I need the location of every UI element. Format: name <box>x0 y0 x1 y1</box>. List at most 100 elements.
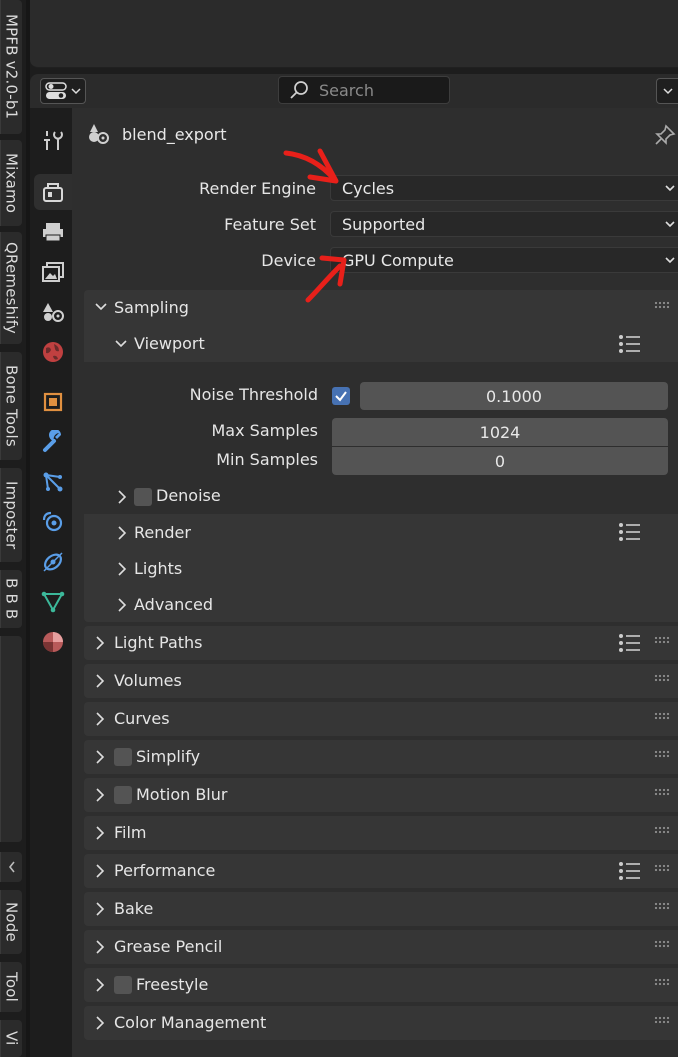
chevron-down-icon <box>662 88 673 95</box>
drag-handle-icon[interactable] <box>654 864 670 872</box>
device-dropdown[interactable]: GPU Compute <box>330 247 678 273</box>
denoise-subpanel-header[interactable]: Denoise <box>84 480 678 514</box>
tab-data[interactable] <box>34 584 72 620</box>
tab-view-layer[interactable] <box>34 254 72 290</box>
tab-bbb-label: B B B <box>2 578 21 620</box>
tab-constraints[interactable] <box>34 544 72 580</box>
tab-bone-tools[interactable]: Bone Tools <box>0 352 22 460</box>
drag-handle-icon[interactable] <box>654 788 670 796</box>
viewport-subpanel: Viewport Noise Threshold 0.1000 Max Samp… <box>84 326 678 514</box>
grease-pencil-panel[interactable]: Grease Pencil <box>84 930 678 964</box>
render-subpanel-header[interactable]: Render <box>84 516 678 550</box>
tab-imposter[interactable]: Imposter <box>0 468 22 562</box>
tab-scene[interactable] <box>34 294 72 330</box>
drag-handle-icon[interactable] <box>654 902 670 910</box>
tab-tool-label: Tool <box>2 972 21 1002</box>
sampling-title: Sampling <box>114 298 189 317</box>
tab-physics[interactable] <box>34 504 72 540</box>
noise-threshold-field[interactable]: 0.1000 <box>360 382 668 410</box>
performance-panel[interactable]: Performance <box>84 854 678 888</box>
viewport-title: Viewport <box>134 334 205 353</box>
feature-set-dropdown[interactable]: Supported <box>330 211 678 237</box>
render-engine-label: Render Engine <box>199 179 316 198</box>
tab-tool-settings[interactable] <box>34 122 72 158</box>
light-paths-panel[interactable]: Light Paths <box>84 626 678 660</box>
device-row: Device GPU Compute <box>72 247 678 273</box>
tab-material[interactable] <box>34 624 72 660</box>
curves-title: Curves <box>114 709 170 728</box>
bake-panel[interactable]: Bake <box>84 892 678 926</box>
chevron-right-icon <box>96 902 105 916</box>
simplify-checkbox[interactable] <box>114 748 132 766</box>
editor-type-button[interactable] <box>40 78 86 104</box>
tab-mpfb[interactable]: MPFB v2.0-b1 <box>0 0 22 134</box>
sampling-panel-header[interactable]: Sampling <box>84 290 678 326</box>
tab-mpfb-label: MPFB v2.0-b1 <box>2 14 21 120</box>
motion-blur-checkbox[interactable] <box>114 786 132 804</box>
render-engine-dropdown[interactable]: Cycles <box>330 175 678 201</box>
drag-handle-icon[interactable] <box>654 940 670 948</box>
min-samples-value: 0 <box>494 451 506 471</box>
color-management-panel[interactable]: Color Management <box>84 1006 678 1040</box>
presets-list-icon[interactable] <box>618 334 642 354</box>
drag-handle-icon[interactable] <box>654 978 670 986</box>
drag-handle-icon[interactable] <box>654 301 670 309</box>
presets-list-icon[interactable] <box>618 522 642 542</box>
freestyle-checkbox[interactable] <box>114 976 132 994</box>
tab-collapse[interactable] <box>0 852 22 882</box>
tab-world[interactable] <box>34 334 72 370</box>
advanced-subpanel-header[interactable]: Advanced <box>84 588 678 622</box>
feature-set-value: Supported <box>342 214 426 234</box>
volumes-panel[interactable]: Volumes <box>84 664 678 698</box>
tab-modifiers[interactable] <box>34 424 72 460</box>
viewport-subpanel-header[interactable]: Viewport <box>84 326 678 362</box>
drag-handle-icon[interactable] <box>654 712 670 720</box>
denoise-checkbox[interactable] <box>134 488 152 506</box>
search-input[interactable]: Search <box>278 76 450 104</box>
tab-qremeshify[interactable]: QRemeshify <box>0 232 22 344</box>
freestyle-title: Freestyle <box>136 975 209 994</box>
chevron-left-icon <box>8 861 15 873</box>
tab-node[interactable]: Node <box>0 890 22 954</box>
properties-tab-bar <box>30 108 72 1057</box>
min-samples-field[interactable]: 0 <box>332 447 668 475</box>
film-panel[interactable]: Film <box>84 816 678 850</box>
pin-button[interactable] <box>654 124 676 150</box>
simplify-panel[interactable]: Simplify <box>84 740 678 774</box>
tab-particles[interactable] <box>34 464 72 500</box>
chevron-down-icon <box>665 185 675 192</box>
search-icon <box>290 81 308 99</box>
particles-icon <box>43 472 63 492</box>
drag-handle-icon[interactable] <box>654 674 670 682</box>
freestyle-panel[interactable]: Freestyle <box>84 968 678 1002</box>
presets-list-icon[interactable] <box>618 633 642 653</box>
tab-render[interactable] <box>34 174 72 210</box>
chevron-right-icon <box>96 978 105 992</box>
material-icon <box>43 632 63 652</box>
chevron-right-icon <box>118 490 127 504</box>
tab-tool[interactable]: Tool <box>0 962 22 1012</box>
lights-subpanel-header[interactable]: Lights <box>84 552 678 586</box>
tab-mixamo[interactable]: Mixamo <box>0 140 22 226</box>
chevron-down-icon <box>665 257 675 264</box>
drag-handle-icon[interactable] <box>654 636 670 644</box>
tab-bone-tools-label: Bone Tools <box>2 365 21 447</box>
presets-list-icon[interactable] <box>618 861 642 881</box>
options-dropdown-button[interactable] <box>656 78 678 104</box>
tab-empty[interactable] <box>0 636 22 842</box>
tab-output[interactable] <box>34 214 72 250</box>
max-samples-field[interactable]: 1024 <box>332 418 668 446</box>
tab-view[interactable]: Vi <box>0 1020 22 1057</box>
tab-object[interactable] <box>34 384 72 420</box>
volumes-title: Volumes <box>114 671 182 690</box>
drag-handle-icon[interactable] <box>654 1016 670 1024</box>
world-icon <box>43 342 63 362</box>
drag-handle-icon[interactable] <box>654 826 670 834</box>
tab-bbb[interactable]: B B B <box>0 570 22 628</box>
motion-blur-panel[interactable]: Motion Blur <box>84 778 678 812</box>
feature-set-label: Feature Set <box>224 215 316 234</box>
curves-panel[interactable]: Curves <box>84 702 678 736</box>
context-breadcrumb: blend_export <box>86 122 227 146</box>
noise-threshold-checkbox[interactable] <box>332 387 350 405</box>
drag-handle-icon[interactable] <box>654 750 670 758</box>
